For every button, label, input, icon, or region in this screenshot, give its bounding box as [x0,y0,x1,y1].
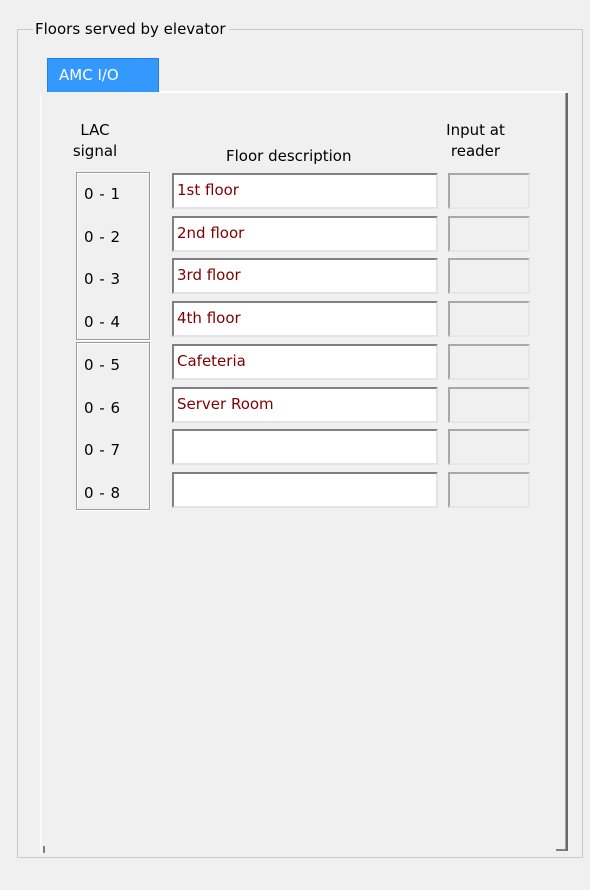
floor-description-input[interactable]: 3rd floor [172,258,438,294]
signal-label: 0 - 4 [84,313,121,331]
input-at-reader-field [448,472,530,508]
signal-label: 0 - 1 [84,185,121,203]
floor-description-input[interactable]: Cafeteria [172,344,438,380]
signal-label: 0 - 6 [84,399,121,417]
input-at-reader-field [448,344,530,380]
input-at-reader-field [448,387,530,423]
tab-amc-io[interactable]: AMC I/O [47,58,159,92]
floor-description-input[interactable] [172,472,438,508]
tab-page-corner-right [556,849,566,851]
floor-description-input[interactable]: 4th floor [172,301,438,337]
tab-page-right-edge [565,93,568,851]
signal-label: 0 - 7 [84,441,121,459]
input-at-reader-field [448,258,530,294]
signal-label: 0 - 8 [84,484,121,502]
input-header-line2: reader [450,142,501,160]
input-at-reader-field [448,301,530,337]
input-header-line1: Input at [446,121,505,139]
lac-signal-header: LAC signal [69,120,121,162]
signal-label: 0 - 2 [84,228,121,246]
lac-header-line1: LAC [80,121,110,139]
signal-label: 0 - 3 [84,270,121,288]
input-at-reader-header: Input at reader [428,120,523,162]
floor-description-input[interactable] [172,429,438,465]
input-at-reader-field [448,216,530,252]
floor-description-input[interactable]: 2nd floor [172,216,438,252]
tab-page-corner-left [43,846,45,853]
tab-page-top-edge [159,91,567,93]
floor-description-input[interactable]: Server Room [172,387,438,423]
floor-description-header: Floor description [226,147,352,165]
floor-description-input[interactable]: 1st floor [172,173,438,209]
input-at-reader-field [448,173,530,209]
signal-label: 0 - 5 [84,356,121,374]
lac-header-line2: signal [72,142,118,160]
groupbox-title: Floors served by elevator [33,18,229,40]
tab-page-left-edge [40,94,42,854]
input-at-reader-field [448,429,530,465]
